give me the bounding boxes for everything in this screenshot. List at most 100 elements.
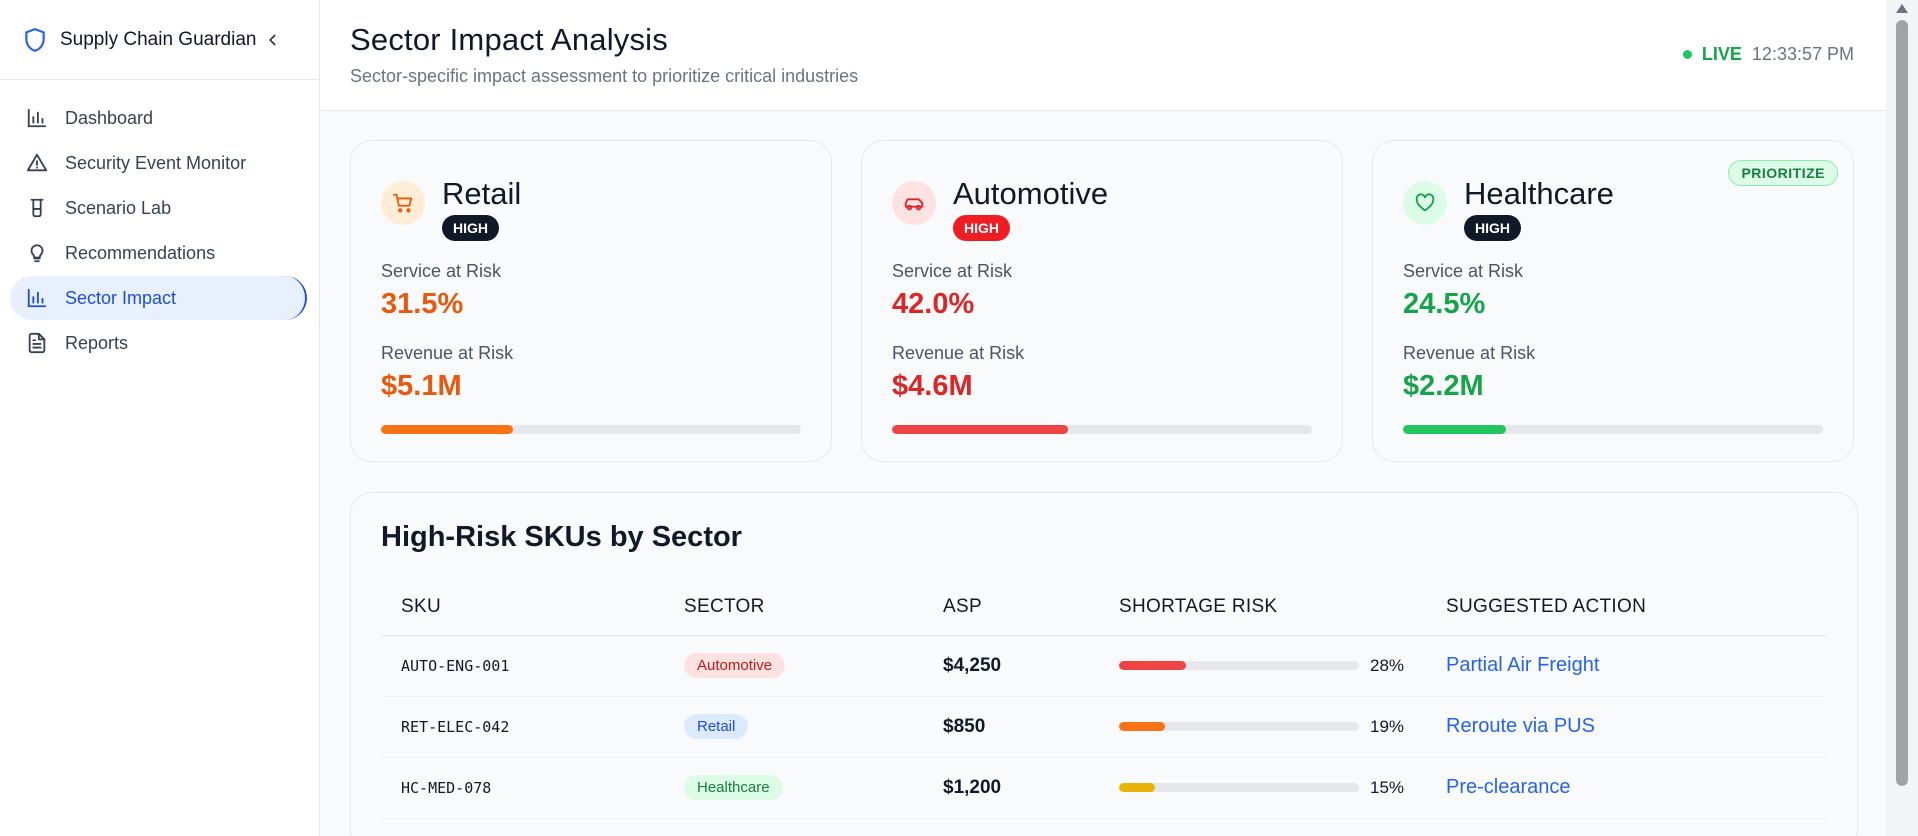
asp-cell: $4,250 [923,635,1099,697]
heart-icon [1403,181,1447,225]
live-label: LIVE [1701,44,1742,64]
chevron-left-icon[interactable] [261,28,285,52]
sector-name: Automotive [953,176,1109,211]
revenue-at-risk-value: $5.1M [381,370,462,403]
revenue-at-risk-label: Revenue at Risk [892,343,1025,364]
sector-name: Healthcare [1464,176,1614,211]
severity-badge: HIGH [442,215,499,242]
column-header-shortage-risk[interactable]: SHORTAGE RISK [1099,579,1426,636]
sidebar-item-label: Security Event Monitor [65,152,247,173]
action-cell: Reroute via PUS [1426,696,1827,758]
sector-badge: Automotive [684,653,786,678]
page-header: Sector Impact Analysis Sector-specific i… [321,0,1886,111]
bar-chart-icon [25,106,49,130]
live-dot-icon [1682,50,1692,59]
risk-percent: 19% [1370,716,1405,736]
sidebar-item-recommendations[interactable]: Recommendations [10,231,307,275]
risk-progress-fill [381,425,514,435]
alert-triangle-icon [25,151,49,175]
suggested-action-link[interactable]: Partial Air Freight [1446,654,1599,676]
risk-percent: 15% [1370,777,1405,797]
page-subtitle: Sector-specific impact assessment to pri… [350,66,859,86]
table-row[interactable]: RET-ELEC-042 Retail $850 19% Reroute via… [381,696,1827,758]
sector-cards: Retail HIGH Service at Risk 31.5% Revenu… [350,140,1854,462]
risk-bar [1119,722,1359,731]
main-content: Sector Impact Analysis Sector-specific i… [321,0,1886,836]
suggested-action-link[interactable]: Reroute via PUS [1446,715,1595,737]
sector-card-automotive[interactable]: Automotive HIGH Service at Risk 42.0% Re… [861,140,1343,462]
sector-name: Retail [442,176,522,211]
sidebar-item-sector-impact[interactable]: Sector Impact [10,276,307,320]
sidebar-item-reports[interactable]: Reports [10,321,307,365]
risk-progress-bar [1403,425,1823,435]
action-cell: Pre-clearance [1426,757,1827,819]
service-at-risk-value: 42.0% [892,288,975,321]
sku-cell: AUTO-ENG-001 [381,635,664,697]
sidebar-item-scenario-lab[interactable]: Scenario Lab [10,186,307,230]
risk-percent: 28% [1370,655,1405,675]
risk-bar-fill [1119,783,1155,792]
risk-progress-bar [892,425,1312,435]
scrollbar-thumb[interactable] [1896,20,1908,786]
sector-card-healthcare[interactable]: PRIORITIZE Healthcare HIGH Service at Ri… [1372,140,1854,462]
service-at-risk-value: 24.5% [1403,288,1486,321]
high-risk-skus-panel: High-Risk SKUs by Sector SKU SECTOR ASP … [350,492,1858,836]
column-header-asp[interactable]: ASP [923,579,1099,636]
live-time: 12:33:57 PM [1751,44,1854,64]
bar-chart-icon [25,286,49,310]
sector-badge: Healthcare [684,775,783,800]
sku-cell: RET-ELEC-042 [381,696,664,758]
live-status: LIVE 12:33:57 PM [1682,44,1854,65]
skus-table: SKU SECTOR ASP SHORTAGE RISK SUGGESTED A… [381,579,1827,819]
column-header-sku[interactable]: SKU [381,579,664,636]
column-header-sector[interactable]: SECTOR [664,579,923,636]
revenue-at-risk-value: $2.2M [1403,370,1484,403]
service-at-risk-label: Service at Risk [892,261,1013,282]
sector-cell: Retail [664,696,923,758]
table-header-row: SKU SECTOR ASP SHORTAGE RISK SUGGESTED A… [381,579,1827,636]
action-cell: Partial Air Freight [1426,635,1827,697]
risk-progress-fill [892,425,1069,435]
service-at-risk-label: Service at Risk [1403,261,1524,282]
service-at-risk-label: Service at Risk [381,261,502,282]
shortage-risk-cell: 15% [1099,757,1426,819]
asp-cell: $1,200 [923,757,1099,819]
sector-card-retail[interactable]: Retail HIGH Service at Risk 31.5% Revenu… [350,140,832,462]
sidebar-nav: Dashboard Security Event Monitor Scenari… [0,80,319,365]
lightbulb-icon [25,241,49,265]
sector-cell: Automotive [664,635,923,697]
scroll-up-arrow-icon[interactable] [1896,4,1908,13]
severity-badge: HIGH [1464,215,1521,242]
risk-bar [1119,661,1359,670]
severity-badge: HIGH [953,215,1010,242]
car-icon [892,181,936,225]
beaker-icon [25,196,49,220]
asp-cell: $850 [923,696,1099,758]
risk-bar-fill [1119,722,1165,731]
table-row[interactable]: AUTO-ENG-001 Automotive $4,250 28% Parti… [381,635,1827,697]
revenue-at-risk-label: Revenue at Risk [1403,343,1536,364]
sidebar-item-label: Reports [65,332,129,353]
brand: Supply Chain Guardian [0,0,319,80]
sidebar-item-dashboard[interactable]: Dashboard [10,96,307,140]
service-at-risk-value: 31.5% [381,288,464,321]
risk-bar [1119,783,1359,792]
section-title: High-Risk SKUs by Sector [381,521,742,553]
column-header-suggested-action[interactable]: SUGGESTED ACTION [1426,579,1827,636]
app-title: Supply Chain Guardian [60,28,257,50]
shortage-risk-cell: 28% [1099,635,1426,697]
cart-icon [381,181,425,225]
sector-badge: Retail [684,714,749,739]
sidebar-item-security-event-monitor[interactable]: Security Event Monitor [10,141,307,185]
document-icon [25,331,49,355]
suggested-action-link[interactable]: Pre-clearance [1446,776,1571,798]
revenue-at-risk-label: Revenue at Risk [381,343,514,364]
sector-cell: Healthcare [664,757,923,819]
vertical-scrollbar[interactable] [1886,0,1918,836]
sidebar-item-label: Scenario Lab [65,197,172,218]
revenue-at-risk-value: $4.6M [892,370,973,403]
table-row[interactable]: HC-MED-078 Healthcare $1,200 15% Pre-cle… [381,757,1827,819]
shortage-risk-cell: 19% [1099,696,1426,758]
sku-cell: HC-MED-078 [381,757,664,819]
shield-icon [20,25,50,55]
